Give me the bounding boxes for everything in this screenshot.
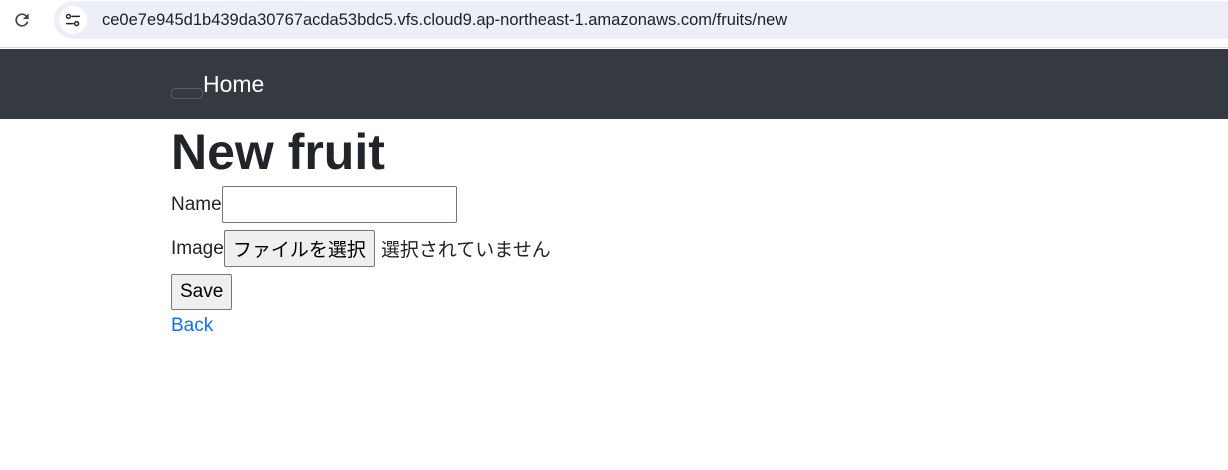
main-content: New fruit Name Image ファイルを選択 選択されていません S… (171, 119, 1071, 337)
back-link[interactable]: Back (171, 315, 213, 337)
reload-button[interactable] (10, 8, 34, 32)
save-row: Save (171, 274, 1071, 310)
name-input[interactable] (221, 186, 457, 223)
address-bar[interactable]: ce0e7e945d1b439da30767acda53bdc5.vfs.clo… (54, 1, 1228, 39)
choose-file-button[interactable]: ファイルを選択 (223, 230, 375, 267)
navbar: Home (0, 49, 1228, 119)
navbar-toggler-button[interactable] (171, 88, 203, 99)
browser-toolbar: ce0e7e945d1b439da30767acda53bdc5.vfs.clo… (0, 0, 1228, 48)
image-label: Image (171, 237, 224, 259)
file-status-text: 選択されていません (380, 239, 551, 261)
site-info-button[interactable] (59, 6, 87, 34)
url-text[interactable]: ce0e7e945d1b439da30767acda53bdc5.vfs.clo… (102, 11, 787, 30)
name-field-row: Name (171, 186, 1071, 223)
site-settings-icon (65, 13, 81, 27)
page-title: New fruit (171, 124, 385, 180)
name-label: Name (171, 193, 222, 215)
save-button[interactable]: Save (171, 274, 233, 310)
image-field-row: Image ファイルを選択 選択されていません (171, 230, 1071, 267)
reload-icon (15, 13, 29, 27)
nav-home-link[interactable]: Home (203, 71, 264, 98)
